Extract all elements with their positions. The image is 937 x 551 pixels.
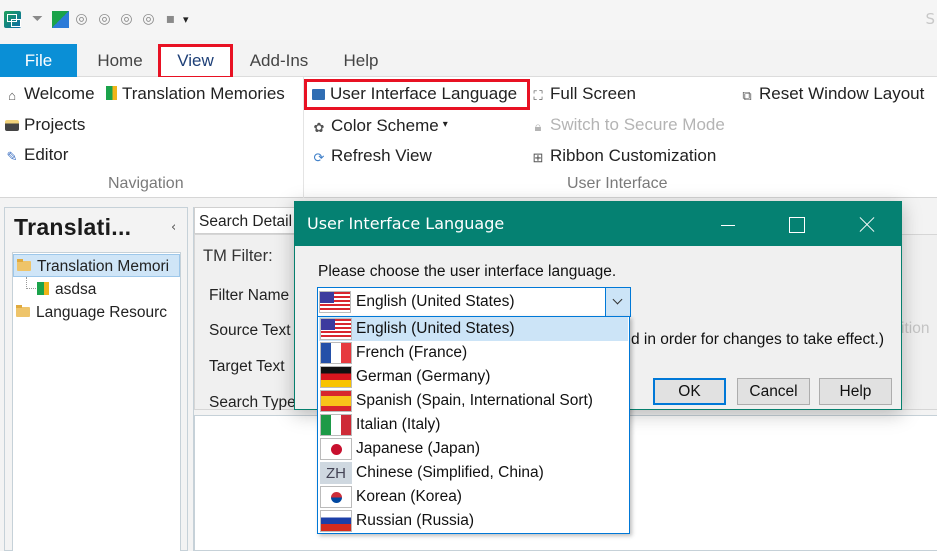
folder-open-icon	[17, 259, 31, 271]
language-dropdown-list: English (United States) French (France) …	[317, 316, 630, 534]
maximize-icon[interactable]	[773, 202, 819, 246]
spain-flag-icon	[320, 390, 352, 412]
refresh-icon: ⟳	[313, 150, 325, 165]
language-option-japanese[interactable]: Japanese (Japan)	[319, 437, 628, 461]
language-option-spanish[interactable]: Spanish (Spain, International Sort)	[319, 389, 628, 413]
translation-memories-icon	[106, 86, 117, 100]
window-title-fragment: S	[925, 10, 935, 28]
reset-layout-icon: ⧉	[742, 88, 752, 103]
folder-icon	[16, 305, 30, 317]
tree-item-asdsa[interactable]: asdsa	[13, 278, 180, 301]
tm-filter-label: TM Filter:	[203, 247, 273, 265]
japan-flag-icon	[320, 438, 352, 460]
app-icon[interactable]	[4, 11, 21, 28]
translation-memories-button[interactable]: Translation Memories	[106, 82, 285, 106]
plugin-icon[interactable]	[52, 11, 69, 28]
ok-button[interactable]: OK	[653, 378, 726, 405]
chevron-down-icon[interactable]	[605, 288, 630, 316]
translation-memory-icon	[37, 282, 49, 295]
language-option-korean[interactable]: Korean (Korea)	[319, 485, 628, 509]
dropdown-arrow-icon: ▾	[442, 119, 448, 130]
tm-icon-1[interactable]: ◎	[73, 11, 90, 28]
tm-add-icon-2[interactable]: ◎	[140, 11, 157, 28]
language-option-german[interactable]: German (Germany)	[319, 365, 628, 389]
welcome-button[interactable]: ⌂ Welcome	[5, 82, 94, 106]
palette-icon: ✿	[313, 120, 325, 135]
source-text-label: Source Text	[209, 322, 291, 339]
projects-icon	[5, 120, 19, 131]
ribbon-tabs: File Home View Add-Ins Help	[0, 44, 937, 79]
us-flag-icon	[320, 318, 352, 340]
user-interface-language-button[interactable]: User Interface Language	[312, 82, 517, 106]
tm-icon-2[interactable]: ◎	[96, 11, 113, 28]
dialog-titlebar[interactable]: User Interface Language	[295, 202, 901, 246]
russia-flag-icon	[320, 510, 352, 532]
language-select-value: English (United States)	[356, 293, 515, 310]
search-type-label: Search Type	[209, 394, 296, 410]
quick-access-toolbar: ⏷ ◎ ◎ ◎ ◎ ▪ ▾ S	[0, 0, 937, 40]
ribbon-customization-button[interactable]: ⊞ Ribbon Customization	[531, 144, 717, 168]
tree-item-language-resources[interactable]: Language Resourc	[13, 301, 180, 324]
dialog-prompt: Please choose the user interface languag…	[318, 263, 617, 280]
dialog-restart-note: d in order for changes to take effect.)	[631, 331, 885, 348]
faded-label: ition	[901, 320, 930, 337]
tab-add-ins[interactable]: Add-Ins	[243, 44, 315, 77]
language-option-italian[interactable]: Italian (Italy)	[319, 413, 628, 437]
collapse-panel-icon[interactable]: ‹	[171, 220, 176, 235]
refresh-view-button[interactable]: ⟳ Refresh View	[312, 144, 432, 168]
home-icon: ⌂	[8, 88, 16, 103]
pencil-icon: ✎	[6, 149, 18, 164]
clear-filter-icon[interactable]: ⏷	[29, 11, 46, 28]
close-icon[interactable]	[843, 202, 889, 246]
tree-item-translation-memories[interactable]: Translation Memori	[13, 254, 180, 277]
projects-button[interactable]: Projects	[5, 113, 85, 137]
target-text-label: Target Text	[209, 358, 285, 375]
language-option-english[interactable]: English (United States)	[319, 317, 628, 341]
italy-flag-icon	[320, 414, 352, 436]
minimize-icon[interactable]	[705, 202, 751, 246]
filter-name-label: Filter Name	[209, 287, 290, 304]
language-option-french[interactable]: French (France)	[319, 341, 628, 365]
tab-help[interactable]: Help	[338, 44, 384, 77]
tab-home[interactable]: Home	[92, 44, 148, 77]
language-option-russian[interactable]: Russian (Russia)	[319, 509, 628, 533]
full-screen-button[interactable]: ⛶ Full Screen	[531, 82, 636, 106]
navigation-group-label: Navigation	[108, 175, 184, 192]
us-flag-icon	[319, 291, 351, 313]
korea-flag-icon	[320, 486, 352, 508]
color-scheme-button[interactable]: ✿ Color Scheme ▾	[312, 113, 448, 137]
editor-button[interactable]: ✎ Editor	[5, 143, 69, 167]
tab-view[interactable]: View	[158, 44, 233, 79]
language-option-chinese[interactable]: ZH Chinese (Simplified, China)	[319, 461, 628, 485]
lock-icon: 🔒︎	[534, 119, 542, 134]
switch-to-secure-mode-button: 🔒︎ Switch to Secure Mode	[531, 113, 725, 137]
translation-memories-panel: Translati... ‹ Translation Memori asdsa …	[4, 207, 188, 551]
germany-flag-icon	[320, 366, 352, 388]
dialog-title: User Interface Language	[307, 214, 505, 233]
help-button[interactable]: Help	[819, 378, 892, 405]
fullscreen-icon: ⛶	[533, 88, 543, 103]
tm-add-icon-1[interactable]: ◎	[118, 11, 135, 28]
cancel-button[interactable]: Cancel	[737, 378, 810, 405]
ribbon: ⌂ Welcome Translation Memories Projects ✎…	[0, 77, 937, 198]
customize-toolbar-icon[interactable]: ▾	[183, 11, 200, 28]
chinese-flag-icon: ZH	[320, 462, 352, 484]
france-flag-icon	[320, 342, 352, 364]
reset-window-layout-button[interactable]: ⧉ Reset Window Layout	[740, 82, 924, 106]
user-interface-group-label: User Interface	[567, 175, 668, 192]
language-icon	[312, 89, 325, 100]
ribbon-customization-icon: ⊞	[532, 150, 544, 165]
language-select[interactable]: English (United States)	[317, 287, 631, 317]
navigation-tree: Translation Memori asdsa Language Resour…	[12, 252, 181, 551]
panel-title: Translati...	[14, 214, 132, 240]
save-icon[interactable]: ▪	[162, 11, 179, 28]
tab-file[interactable]: File	[0, 44, 77, 77]
